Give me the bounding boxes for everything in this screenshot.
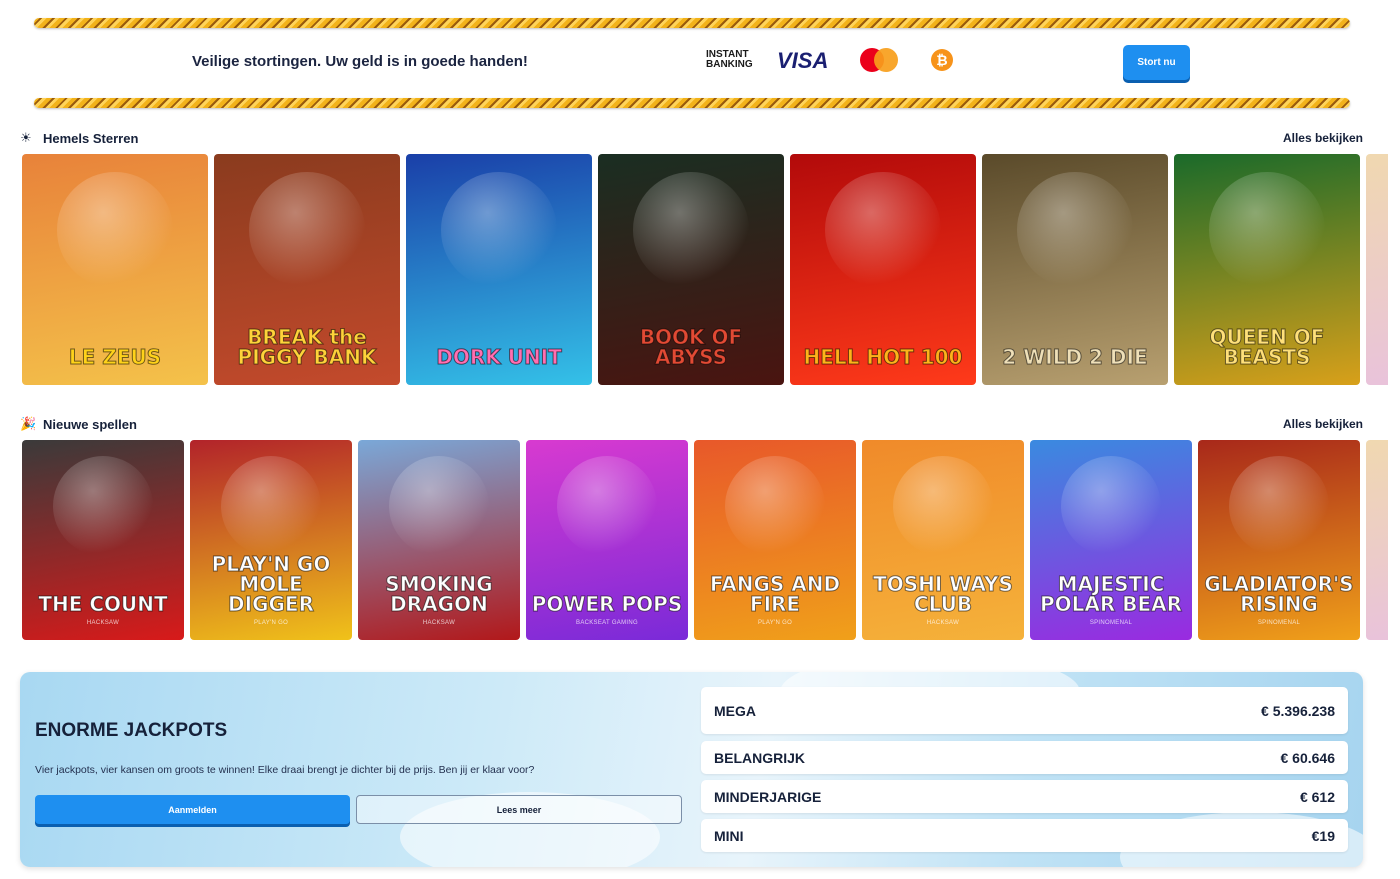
game-title: POWER POPS	[531, 592, 683, 616]
rope-border-bottom	[34, 98, 1350, 108]
featured-games-row: LE ZEUS BREAK the PIGGY BANK DORK UNIT BOOK…	[22, 154, 1388, 385]
jackpot-item-mega: MEGA € 5.396.238	[701, 687, 1348, 734]
deposit-banner: Veilige stortingen. Uw geld is in goede …	[34, 16, 1350, 110]
game-tile-majestic-polar-bear[interactable]: MAJESTIC POLAR BEAR SPINOMENAL	[1030, 440, 1192, 640]
game-artwork	[825, 172, 941, 288]
jackpot-item-belangrijk: BELANGRIJK € 60.646	[701, 741, 1348, 774]
jackpot-item-minderjarige: MINDERJARIGE € 612	[701, 780, 1348, 813]
game-tile-fangs-and-fire[interactable]: FANGS AND FIRE PLAY'N GO	[694, 440, 856, 640]
jackpot-amount: € 5.396.238	[1261, 703, 1335, 719]
game-artwork	[441, 172, 557, 288]
signup-button[interactable]: Aanmelden	[35, 795, 350, 824]
game-provider: SPINOMENAL	[1089, 620, 1133, 626]
game-artwork	[220, 456, 322, 557]
game-artwork	[1209, 172, 1325, 288]
game-title: 2 WILD 2 DIE	[1002, 345, 1148, 369]
game-title: GLADIATOR'S RISING	[1204, 572, 1354, 616]
section-header-featured: ☀ Hemels Sterren Alles bekijken	[20, 129, 1363, 149]
jackpot-amount: € 612	[1299, 789, 1335, 805]
banner-text: Veilige stortingen. Uw geld is in goede …	[192, 53, 528, 70]
game-tile-queen-of-beasts[interactable]: QUEEN OF BEASTS	[1174, 154, 1360, 385]
game-tile-gladiator-s-rising[interactable]: GLADIATOR'S RISING SPINOMENAL	[1198, 440, 1360, 640]
game-tile-play-n-go-mole-digger[interactable]: PLAY'N GO MOLE DIGGER PLAY'N GO	[190, 440, 352, 640]
game-provider: SPINOMENAL	[1257, 620, 1301, 626]
party-popper-icon: 🎉	[20, 416, 37, 431]
game-artwork	[1228, 456, 1330, 557]
game-artwork	[57, 172, 173, 288]
game-title: TOSHI WAYS CLUB	[873, 572, 1014, 616]
jackpot-panel: ENORME JACKPOTS Vier jackpots, vier kans…	[20, 672, 1363, 867]
game-provider: PLAY'N GO	[757, 620, 793, 626]
game-provider: HACKSAW	[422, 620, 456, 626]
game-provider: HACKSAW	[86, 620, 120, 626]
game-title: DORK UNIT	[436, 345, 563, 369]
deposit-button[interactable]: Stort nu	[1123, 45, 1190, 80]
new-games-row: THE COUNT HACKSAW PLAY'N GO MOLE DIGGER PLA…	[22, 440, 1388, 640]
game-title: MAJESTIC POLAR BEAR	[1039, 572, 1183, 616]
game-tile-the-count[interactable]: THE COUNT HACKSAW	[22, 440, 184, 640]
jackpot-item-mini: MINI €19	[701, 819, 1348, 852]
jackpot-description: Vier jackpots, vier kansen om groots te …	[35, 764, 535, 776]
game-artwork	[1017, 172, 1133, 288]
section-title: Hemels Sterren	[43, 131, 139, 146]
game-tile-2-wild-2-die[interactable]: 2 WILD 2 DIE	[982, 154, 1168, 385]
section-header-new: 🎉 Nieuwe spellen Alles bekijken	[20, 415, 1363, 435]
game-provider: BACKSEAT GAMING	[576, 620, 638, 626]
game-tile-break-the-piggy-bank[interactable]: BREAK the PIGGY BANK	[214, 154, 400, 385]
view-all-link[interactable]: Alles bekijken	[1283, 131, 1363, 145]
jackpot-label: BELANGRIJK	[714, 750, 806, 766]
instant-banking-logo: INSTANT BANKING	[706, 49, 753, 70]
jackpot-title: ENORME JACKPOTS	[35, 720, 228, 741]
mastercard-icon	[860, 48, 900, 72]
game-title: HELL HOT 100	[803, 345, 963, 369]
game-artwork	[388, 456, 490, 557]
game-title: PLAY'N GO MOLE DIGGER	[211, 552, 331, 616]
jackpot-amount: € 60.646	[1280, 750, 1336, 766]
read-more-button[interactable]: Lees meer	[356, 795, 682, 824]
game-tile-partial[interactable]	[1366, 154, 1388, 385]
sun-icon: ☀	[20, 130, 32, 145]
game-title: BOOK OF ABYSS	[639, 325, 743, 369]
rope-border-top	[34, 18, 1350, 28]
game-tile-hell-hot-100[interactable]: HELL HOT 100	[790, 154, 976, 385]
game-title: FANGS AND FIRE	[709, 572, 841, 616]
view-all-link[interactable]: Alles bekijken	[1283, 417, 1363, 431]
game-tile-le-zeus[interactable]: LE ZEUS	[22, 154, 208, 385]
game-tile-book-of-abyss[interactable]: BOOK OF ABYSS	[598, 154, 784, 385]
game-tile-smoking-dragon[interactable]: SMOKING DRAGON HACKSAW	[358, 440, 520, 640]
jackpot-label: MINDERJARIGE	[714, 789, 822, 805]
game-tile-dork-unit[interactable]: DORK UNIT	[406, 154, 592, 385]
game-title: BREAK the PIGGY BANK	[237, 325, 377, 369]
bitcoin-icon: ₿	[931, 49, 953, 71]
game-title: QUEEN OF BEASTS	[1209, 325, 1325, 369]
jackpot-label: MEGA	[714, 703, 756, 719]
game-provider: HACKSAW	[926, 620, 960, 626]
game-title: LE ZEUS	[68, 345, 162, 369]
game-artwork	[556, 456, 658, 557]
game-title: THE COUNT	[38, 592, 168, 616]
game-artwork	[892, 456, 994, 557]
game-tile-toshi-ways-club[interactable]: TOSHI WAYS CLUB HACKSAW	[862, 440, 1024, 640]
visa-logo: VISA	[777, 48, 829, 73]
jackpot-label: MINI	[714, 828, 744, 844]
game-artwork	[724, 456, 826, 557]
game-artwork	[633, 172, 749, 288]
game-artwork	[249, 172, 365, 288]
game-provider: PLAY'N GO	[253, 620, 289, 626]
jackpot-amount: €19	[1311, 828, 1335, 844]
section-title: Nieuwe spellen	[43, 417, 137, 432]
game-tile-power-pops[interactable]: POWER POPS BACKSEAT GAMING	[526, 440, 688, 640]
game-title: SMOKING DRAGON	[385, 572, 493, 616]
game-tile-partial[interactable]	[1366, 440, 1388, 640]
game-artwork	[52, 456, 154, 557]
game-artwork	[1060, 456, 1162, 557]
